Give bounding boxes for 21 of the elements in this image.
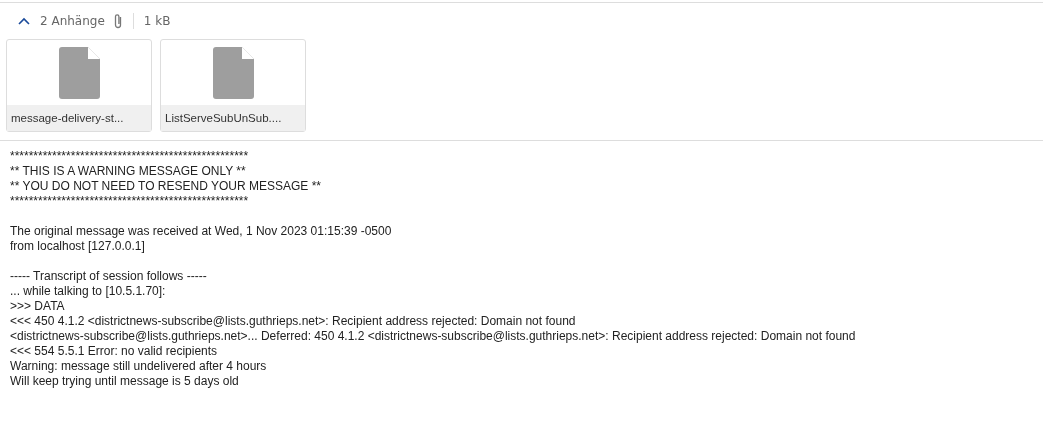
message-line: ***************************************************	[10, 194, 250, 209]
paperclip-icon	[112, 13, 123, 29]
message-line: Will keep trying until message is 5 days old	[10, 374, 240, 389]
message-line: ** YOU DO NOT NEED TO RESEND YOUR MESSAGE **	[10, 179, 322, 194]
message-line: ----- Transcript of session follows -----	[10, 269, 208, 284]
file-icon	[212, 46, 254, 99]
message-line: ***************************************************	[10, 149, 250, 164]
message-line: <<< 450 4.1.2 <districtnews-subscribe@lists.guthrieps.net>: Recipient address rejected: Domain not found	[10, 314, 577, 329]
attachment-card[interactable]: message-delivery-st...	[6, 39, 152, 132]
message-line: <districtnews-subscribe@lists.guthrieps.net>... Deferred: 450 4.1.2 <districtnews-subscribe@lists.guthrieps.net>: Recipient address rejected: Domain not found	[10, 329, 857, 344]
message-line: Warning: message still undelivered after 4 hours	[10, 359, 268, 374]
attachment-count: 2 Anhänge	[40, 14, 105, 28]
message-line: >>> DATA	[10, 299, 66, 314]
message-line: <<< 554 5.5.1 Error: no valid recipients	[10, 344, 219, 359]
message-line: The original message was received at Wed, 1 Nov 2023 01:15:39 -0500	[10, 224, 393, 239]
attachment-size: 1 kB	[143, 14, 171, 28]
message-line: ... while talking to [10.5.1.70]:	[10, 284, 167, 299]
message-line: ** THIS IS A WARNING MESSAGE ONLY **	[10, 164, 247, 179]
attachment-card[interactable]: ListServeSubUnSub....	[160, 39, 306, 132]
file-icon	[58, 46, 100, 99]
message-line: from localhost [127.0.0.1]	[10, 239, 146, 254]
